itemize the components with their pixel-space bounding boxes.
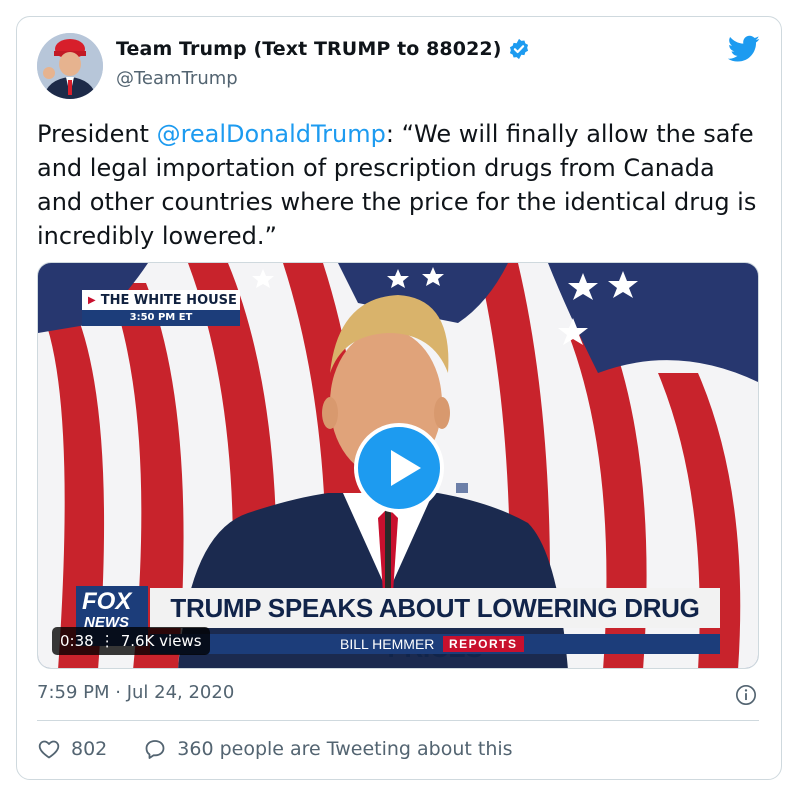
like-count: 802 — [71, 738, 108, 760]
broadcast-time: 3:50 PM ET — [82, 310, 240, 326]
divider — [37, 720, 759, 721]
verified-badge-icon — [509, 38, 528, 60]
tweet-text-prefix: President — [37, 120, 157, 148]
live-arrow-icon: ▶ — [88, 294, 96, 306]
news-subbar: BILL HEMMER REPORTS — [150, 634, 720, 654]
author-avatar[interactable] — [37, 33, 103, 99]
play-icon[interactable] — [354, 423, 444, 513]
avatar-photo — [37, 33, 103, 99]
tweet-timestamp[interactable]: 7:59 PM · Jul 24, 2020 — [37, 682, 234, 703]
anchor-name: BILL HEMMER — [340, 636, 435, 652]
heart-icon — [38, 740, 60, 759]
video-stats-badge: 0:38 ⋮ 7.6K views — [52, 627, 210, 655]
reply-bubble-icon — [145, 740, 165, 759]
twitter-bird-icon[interactable] — [728, 35, 760, 63]
broadcast-location-tag: ▶ THE WHITE HOUSE 3:50 PM ET — [82, 290, 240, 326]
engagement-bar: 802 360 people are Tweeting about this — [37, 737, 513, 761]
video-views: 7.6K views — [120, 632, 202, 650]
author-name-row[interactable]: Team Trump (Text TRUMP to 88022) — [116, 38, 530, 60]
separator: ⋮ — [99, 632, 115, 650]
like-button[interactable]: 802 — [37, 737, 107, 761]
broadcast-location-text: THE WHITE HOUSE — [100, 292, 237, 308]
author-handle[interactable]: @TeamTrump — [116, 68, 238, 89]
conversation-link[interactable]: 360 people are Tweeting about this — [143, 737, 513, 761]
info-icon[interactable] — [735, 684, 757, 706]
author-display-name[interactable]: Team Trump (Text TRUMP to 88022) — [116, 38, 502, 60]
segment-badge: REPORTS — [443, 636, 524, 652]
mention-link[interactable]: @realDonaldTrump — [157, 120, 386, 148]
conversation-text: 360 people are Tweeting about this — [177, 738, 513, 760]
tweet-text: President @realDonaldTrump: “We will fin… — [37, 117, 757, 253]
video-duration: 0:38 — [60, 632, 94, 650]
network-logo-line1: FOX — [82, 588, 132, 615]
news-headline: TRUMP SPEAKS ABOUT LOWERING DRUG PRICES — [150, 588, 720, 663]
broadcast-location: ▶ THE WHITE HOUSE — [82, 290, 240, 310]
